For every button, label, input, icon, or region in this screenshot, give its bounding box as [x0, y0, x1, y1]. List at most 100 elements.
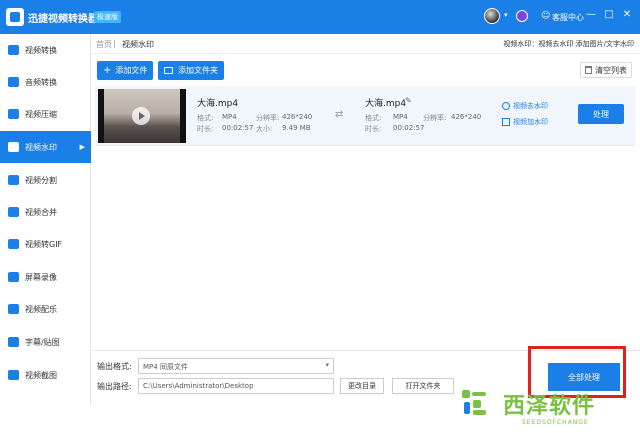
gif-icon	[8, 239, 19, 249]
sidebar-item-video-convert[interactable]: 视频转换	[0, 34, 91, 66]
watermark-text: 西泽软件	[503, 394, 596, 419]
source-file-name: 大海.mp4	[197, 99, 239, 109]
sidebar-item-label: 视频压缩	[25, 109, 57, 119]
sidebar-item-video-music[interactable]: 视频配乐	[0, 293, 91, 325]
sidebar-item-video-screenshot[interactable]: 视频截图	[0, 359, 91, 391]
output-format-value: MP4	[393, 113, 408, 121]
add-file-label: 添加文件	[115, 66, 148, 75]
sidebar-item-video-watermark[interactable]: 视频水印 ▶	[0, 131, 91, 163]
add-watermark-icon	[502, 118, 510, 126]
screenshot-icon	[8, 370, 19, 380]
sidebar-item-video-to-gif[interactable]: 视频转GIF	[0, 228, 91, 260]
music-icon	[8, 304, 19, 314]
sidebar-item-label: 视频水印	[25, 142, 57, 152]
source-size-value: 9.49 MB	[282, 124, 311, 132]
breadcrumb: 首页 | 视频水印 视频水印：视频去水印 添加图片/文字水印	[92, 34, 640, 54]
user-avatar[interactable]	[484, 8, 500, 24]
maximize-button[interactable]: □	[603, 9, 615, 20]
breadcrumb-current: 视频水印	[122, 40, 154, 49]
clear-list-button[interactable]: 清空列表	[580, 62, 632, 78]
output-duration-label: 时长:	[365, 125, 382, 133]
output-duration-value: 00:02:57	[393, 124, 425, 132]
app-logo-icon	[6, 8, 24, 26]
sidebar-item-video-merge[interactable]: 视频合并	[0, 196, 91, 228]
add-folder-label: 添加文件夹	[178, 66, 218, 75]
vip-icon[interactable]	[516, 10, 528, 22]
edition-badge: 极速版	[94, 11, 121, 23]
chevron-right-icon: ▶	[79, 143, 85, 151]
video-split-icon	[8, 175, 19, 185]
plus-icon: +	[103, 65, 112, 76]
watermark-logo-icon	[462, 390, 486, 415]
remove-watermark-label: 视频去水印	[513, 102, 548, 110]
letterbox-right	[180, 89, 186, 143]
add-watermark-link[interactable]: 视频加水印	[502, 117, 548, 127]
output-format-value: MP4 同原文件	[143, 363, 188, 371]
chevron-down-icon: ▾	[325, 361, 329, 369]
source-format-value: MP4	[222, 113, 237, 121]
subtitle-icon	[8, 337, 19, 347]
video-merge-icon	[8, 207, 19, 217]
watermark-subtext: SEEDSOFCHANGE	[522, 419, 589, 426]
chat-icon[interactable]: ☺	[541, 11, 550, 21]
video-watermark-icon	[8, 142, 19, 152]
feature-hint: 视频水印：视频去水印 添加图片/文字水印	[503, 40, 634, 48]
app-title: 迅捷视频转换器	[28, 14, 98, 25]
convert-arrow-icon: ⇄	[335, 109, 344, 120]
sidebar-item-label: 视频分割	[25, 175, 57, 185]
breadcrumb-separator: |	[113, 39, 116, 48]
process-button[interactable]: 处理	[578, 104, 624, 124]
remove-watermark-icon	[502, 102, 510, 110]
screen-record-icon	[8, 272, 19, 282]
change-directory-button[interactable]: 更改目录	[340, 378, 384, 394]
output-resolution-value: 426*240	[451, 113, 482, 121]
clear-list-label: 清空列表	[595, 65, 627, 75]
status-strip	[0, 405, 455, 433]
output-file-name: 大海.mp4	[365, 99, 407, 109]
sidebar-item-screen-record[interactable]: 屏幕录像	[0, 261, 91, 293]
sidebar-item-label: 视频合并	[25, 207, 57, 217]
file-row: 大海.mp4 格式: MP4 分辨率: 426*240 时长: 00:02:57…	[95, 86, 635, 146]
add-folder-button[interactable]: 添加文件夹	[158, 61, 224, 80]
open-folder-button[interactable]: 打开文件夹	[392, 378, 454, 394]
sidebar-item-label: 字幕/贴图	[25, 337, 60, 347]
output-format-label: 格式:	[365, 114, 382, 122]
video-thumbnail[interactable]	[98, 89, 186, 143]
source-resolution-value: 426*240	[282, 113, 313, 121]
source-size-label: 大小:	[256, 125, 273, 133]
output-path-field[interactable]: C:\Users\Administrator\Desktop	[138, 378, 334, 394]
output-format-select[interactable]: MP4 同原文件 ▾	[138, 358, 334, 374]
video-convert-icon	[8, 45, 19, 55]
letterbox-left	[98, 89, 104, 143]
minimize-button[interactable]: —	[585, 9, 597, 20]
account-dropdown-icon[interactable]: ▾	[504, 11, 508, 19]
source-duration-label: 时长:	[197, 125, 214, 133]
play-icon[interactable]	[132, 107, 150, 125]
sidebar-item-label: 屏幕录像	[25, 272, 57, 282]
sidebar-item-label: 视频截图	[25, 370, 57, 380]
folder-icon	[164, 67, 173, 74]
close-button[interactable]: ✕	[621, 9, 633, 20]
sidebar-item-label: 视频转GIF	[25, 239, 63, 249]
edit-name-icon[interactable]: ✎	[405, 96, 412, 105]
source-duration-value: 00:02:57	[222, 124, 254, 132]
sidebar-item-audio-convert[interactable]: 音频转换	[0, 66, 91, 98]
video-compress-icon	[8, 109, 19, 119]
title-bar: 迅捷视频转换器 极速版 ▾ ☺ 客服中心 — □ ✕	[0, 0, 640, 34]
add-file-button[interactable]: + 添加文件	[97, 61, 154, 80]
sidebar: 视频转换 音频转换 视频压缩 视频水印 ▶ 视频分割 视频合并 视频转GIF 屏…	[0, 34, 91, 405]
output-path-label: 输出路径:	[97, 382, 132, 391]
sidebar-item-subtitle-sticker[interactable]: 字幕/贴图	[0, 326, 91, 358]
audio-convert-icon	[8, 77, 19, 87]
trash-icon	[585, 66, 592, 74]
breadcrumb-home[interactable]: 首页	[96, 39, 112, 50]
output-format-label: 输出格式:	[97, 362, 132, 371]
support-center-link[interactable]: 客服中心	[552, 12, 584, 23]
sidebar-item-label: 音频转换	[25, 77, 57, 87]
remove-watermark-link[interactable]: 视频去水印	[502, 101, 548, 111]
source-resolution-label: 分辨率:	[256, 114, 280, 122]
source-format-label: 格式:	[197, 114, 214, 122]
sidebar-item-video-compress[interactable]: 视频压缩	[0, 98, 91, 130]
sidebar-item-video-split[interactable]: 视频分割	[0, 164, 91, 196]
output-resolution-label: 分辨率:	[423, 114, 447, 122]
